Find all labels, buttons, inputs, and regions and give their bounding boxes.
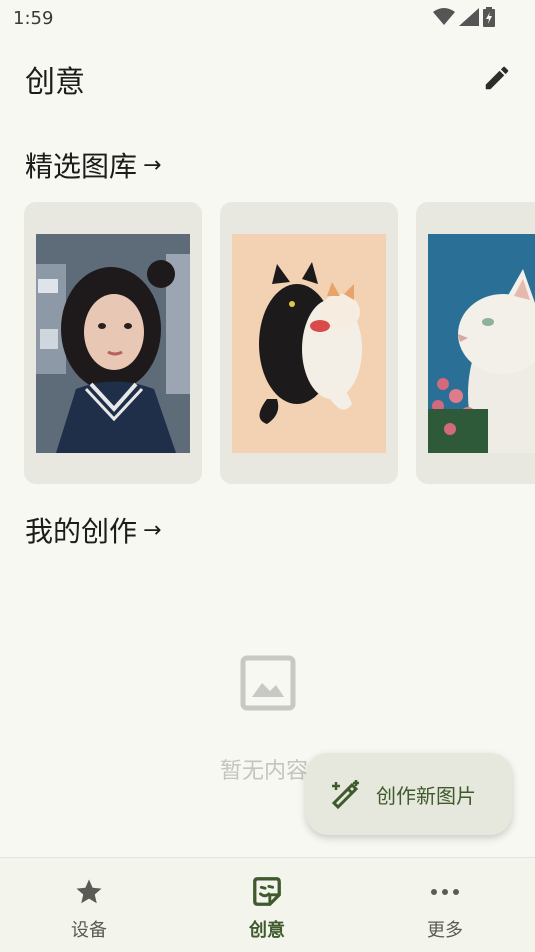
fab-label: 创作新图片 [376, 783, 476, 808]
gallery-carousel[interactable] [24, 202, 535, 484]
edit-button[interactable] [479, 60, 515, 96]
status-icons [433, 7, 495, 27]
empty-state-text: 暂无内容 [220, 759, 309, 784]
nav-item-devices[interactable]: 设备 [0, 858, 178, 952]
status-time: 1:59 [13, 8, 54, 29]
signal-icon [459, 8, 479, 26]
page-title: 创意 [25, 65, 85, 100]
gallery-section-link[interactable]: 精选图库 → [25, 145, 161, 185]
image-placeholder-icon [240, 655, 295, 711]
nav-label-creative: 创意 [249, 920, 285, 941]
battery-icon [483, 7, 495, 27]
gallery-image-girl-portrait [36, 234, 190, 453]
status-bar: 1:59 [0, 0, 535, 36]
nav-item-creative[interactable]: 创意 [178, 858, 356, 952]
arrow-right-icon: → [143, 152, 162, 178]
create-new-image-button[interactable]: 创作新图片 [306, 753, 512, 835]
gallery-card[interactable] [220, 202, 398, 484]
gallery-card[interactable] [24, 202, 202, 484]
gallery-card[interactable] [416, 202, 535, 484]
my-creations-section-link[interactable]: 我的创作 → [25, 510, 161, 550]
gallery-image-white-cat [428, 234, 535, 453]
top-app-bar: 创意 [0, 50, 535, 106]
gallery-section-title: 精选图库 [25, 150, 138, 183]
bottom-navigation: 设备 创意 更多 [0, 857, 535, 952]
my-creations-section-title: 我的创作 [25, 515, 138, 548]
arrow-right-icon: → [143, 517, 162, 543]
nav-label-devices: 设备 [71, 920, 107, 941]
nav-label-more: 更多 [427, 920, 463, 941]
wifi-icon [433, 8, 455, 25]
empty-state: 暂无内容 [0, 655, 535, 784]
gallery-image-black-white-cats [232, 234, 386, 453]
nav-item-more[interactable]: 更多 [356, 858, 534, 952]
magic-pen-icon [331, 780, 359, 810]
star-icon [73, 876, 105, 908]
pencil-icon [485, 66, 509, 90]
more-dots-icon [429, 876, 461, 908]
sticker-icon [251, 876, 283, 908]
